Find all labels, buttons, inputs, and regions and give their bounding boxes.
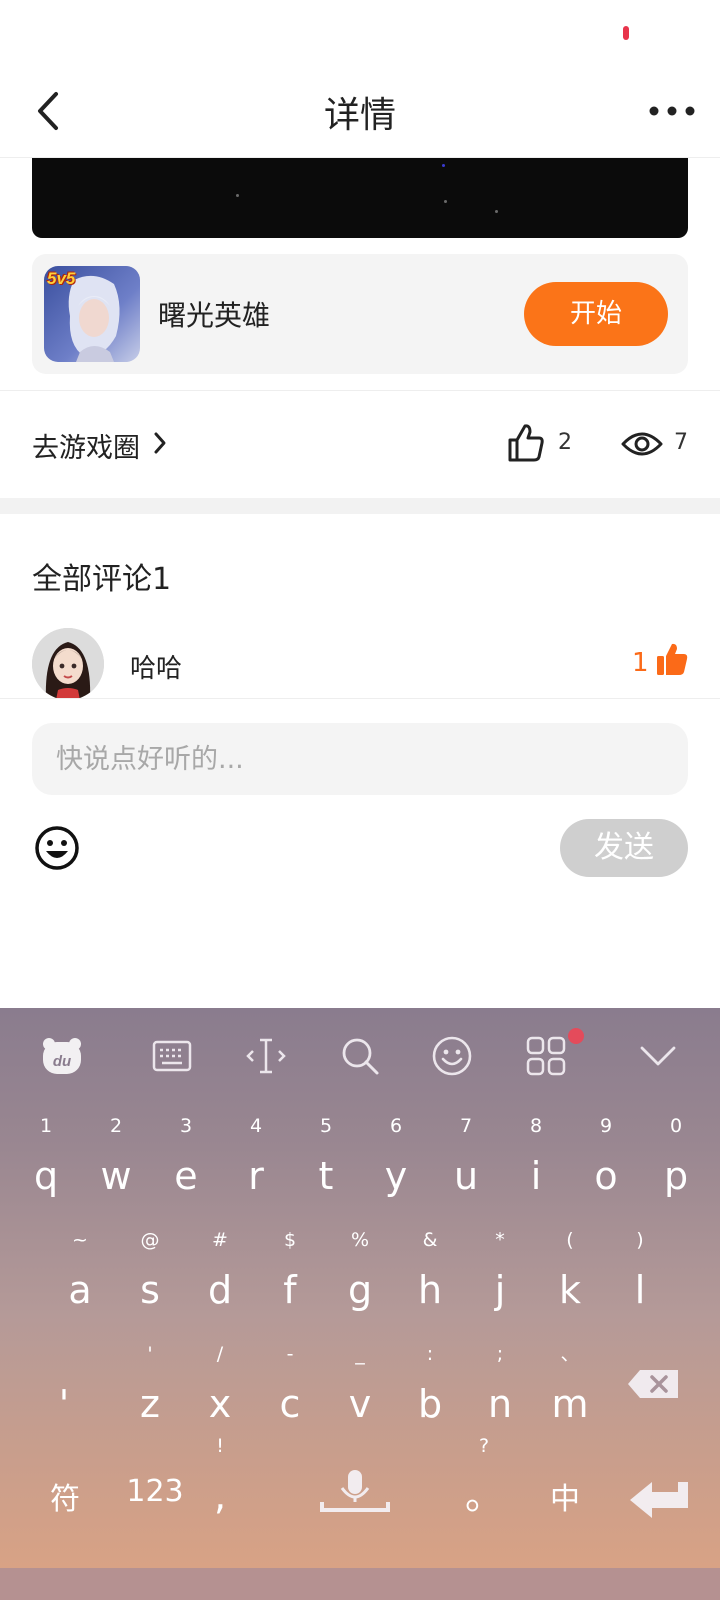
key-u[interactable]: 7u — [432, 1112, 500, 1204]
notification-dot — [568, 1028, 584, 1044]
key-d[interactable]: # d — [186, 1226, 254, 1318]
keyboard-toolbar: du — [0, 1008, 720, 1104]
key-o[interactable]: 9o — [572, 1112, 640, 1204]
post-stats-row: 去游戏圈 2 7 — [0, 392, 720, 498]
key-r[interactable]: 4r — [222, 1112, 290, 1204]
like-count: 2 — [558, 430, 572, 455]
media-speck — [495, 210, 498, 213]
page-title: 详情 — [323, 95, 396, 136]
recording-indicator — [623, 26, 629, 40]
start-game-button[interactable]: 开始 — [524, 282, 668, 346]
key-e[interactable]: 3e — [152, 1112, 220, 1204]
key-z[interactable]: ' z — [116, 1340, 184, 1432]
thumbs-up-icon[interactable] — [506, 422, 546, 464]
comment-composer: 发送 — [0, 698, 720, 1008]
chevron-right-icon — [154, 432, 166, 454]
media-speck — [444, 200, 447, 203]
key-t[interactable]: 5t — [292, 1112, 360, 1204]
game-badge: 5v5 — [47, 269, 76, 288]
send-button[interactable]: 发送 — [560, 819, 688, 877]
key-s[interactable]: @ s — [116, 1226, 184, 1318]
key-v[interactable]: _ v — [326, 1340, 394, 1432]
key-n[interactable]: ; n — [466, 1340, 534, 1432]
key-k[interactable]: (k — [536, 1226, 604, 1318]
numbers-key[interactable]: 123 — [114, 1474, 196, 1509]
view-count: 7 — [674, 430, 688, 455]
period-key[interactable]: ?。 — [450, 1432, 518, 1524]
game-icon: 5v5 — [44, 266, 140, 362]
apps-grid-icon[interactable] — [524, 1034, 568, 1078]
microphone-icon — [320, 1470, 390, 1512]
enter-key[interactable] — [630, 1482, 688, 1518]
key-y[interactable]: 6y — [362, 1112, 430, 1204]
key-a[interactable]: ~ a — [46, 1226, 114, 1318]
game-card[interactable]: 5v5 曙光英雄 开始 — [32, 254, 688, 374]
post-media[interactable] — [32, 158, 688, 238]
search-icon[interactable] — [338, 1034, 382, 1078]
keyboard-icon[interactable] — [150, 1034, 194, 1078]
nav-bar: 详情 — [0, 64, 720, 158]
backspace-key[interactable] — [626, 1364, 682, 1404]
avatar[interactable] — [32, 628, 104, 698]
key-b[interactable]: :b — [396, 1340, 464, 1432]
comment-input-box[interactable] — [32, 723, 688, 795]
thumbs-up-filled-icon[interactable] — [656, 642, 688, 676]
key-g[interactable]: % g — [326, 1226, 394, 1318]
divider — [0, 390, 720, 391]
media-speck — [236, 194, 239, 197]
emoji-icon[interactable] — [430, 1034, 474, 1078]
soft-keyboard: du 1 q 2 w 3 e 4 r 5 t 6 y 7 u 8 i 9 o 0… — [0, 1008, 720, 1568]
more-button[interactable] — [648, 94, 696, 128]
key-j[interactable]: * j — [466, 1226, 534, 1318]
key-f[interactable]: $ f — [256, 1226, 324, 1318]
system-nav-strip — [0, 1568, 720, 1600]
key-l[interactable]: ) l — [606, 1226, 674, 1318]
game-name: 曙光英雄 — [158, 299, 271, 332]
collapse-chevron-icon[interactable] — [636, 1034, 680, 1078]
key-q[interactable]: 1q — [12, 1112, 80, 1204]
symbols-key[interactable]: 符 — [40, 1474, 90, 1518]
comment-username[interactable]: 哈哈 — [130, 648, 182, 685]
section-gap — [0, 498, 720, 514]
key-x[interactable]: / x — [186, 1340, 254, 1432]
space-key[interactable] — [300, 1460, 410, 1530]
key-m[interactable]: 、 m — [536, 1340, 604, 1432]
language-toggle-key[interactable]: 中 — [540, 1474, 590, 1518]
more-horizontal-icon — [649, 106, 695, 116]
go-to-game-circle-link[interactable]: 去游戏圈 — [32, 426, 140, 465]
comment-input[interactable] — [56, 723, 666, 795]
key-c[interactable]: -c — [256, 1340, 324, 1432]
key-i[interactable]: 8i — [502, 1112, 570, 1204]
comment-like-count: 1 — [632, 648, 649, 678]
eye-icon — [621, 432, 663, 456]
svg-text:du: du — [53, 1053, 71, 1070]
du-logo-icon[interactable]: du — [40, 1034, 84, 1078]
comma-key[interactable]: !, — [186, 1432, 254, 1524]
comment-item: 哈哈 1 — [0, 628, 720, 698]
cursor-move-icon[interactable] — [244, 1034, 288, 1078]
key-h[interactable]: & h — [396, 1226, 464, 1318]
key-apostrophe[interactable]: ' — [30, 1340, 98, 1432]
backspace-icon — [628, 1370, 678, 1398]
key-w[interactable]: 2w — [82, 1112, 150, 1204]
status-bar — [0, 0, 720, 64]
emoji-icon[interactable] — [34, 825, 80, 871]
enter-icon — [630, 1482, 688, 1518]
key-p[interactable]: 0p — [642, 1112, 710, 1204]
media-speck — [442, 164, 445, 167]
comments-title: 全部评论1 — [32, 562, 172, 597]
